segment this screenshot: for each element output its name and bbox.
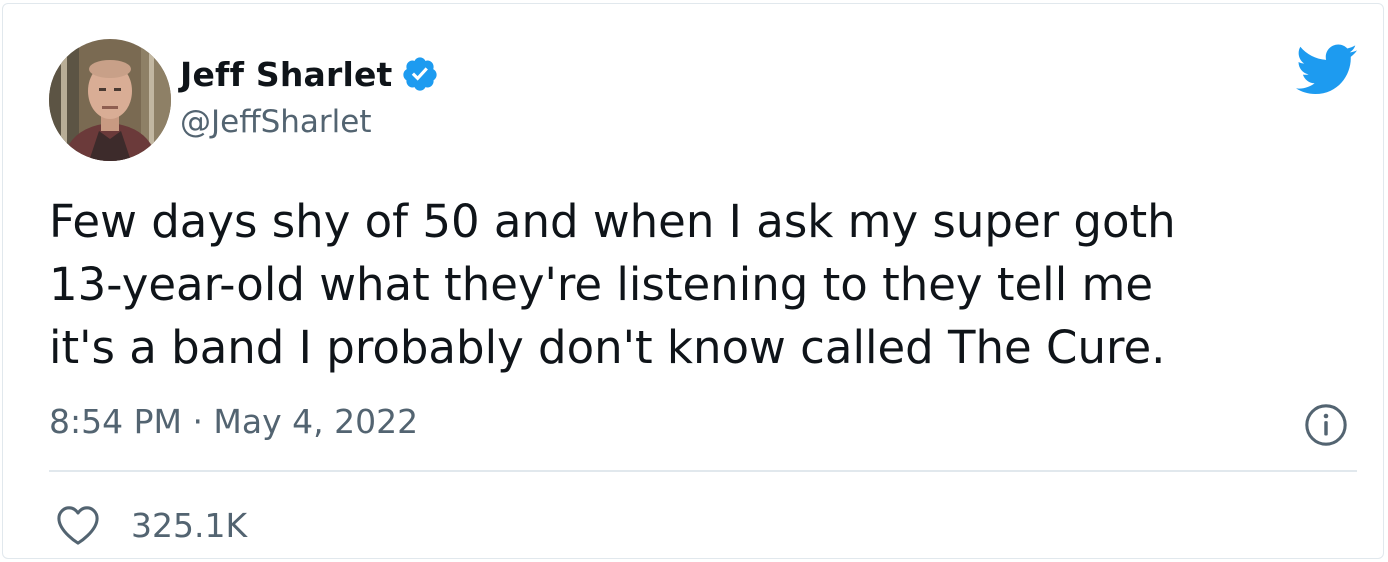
info-icon[interactable] xyxy=(1303,402,1349,448)
heart-icon[interactable] xyxy=(55,504,101,546)
author-handle[interactable]: @JeffSharlet xyxy=(180,104,371,140)
verified-badge-icon xyxy=(402,57,437,91)
author-name[interactable]: Jeff Sharlet xyxy=(180,55,393,94)
avatar[interactable] xyxy=(49,39,171,161)
author-row[interactable]: Jeff Sharlet xyxy=(180,51,439,97)
twitter-bird-icon[interactable] xyxy=(1296,44,1358,96)
like-count: 325.1K xyxy=(131,505,248,545)
like-row[interactable]: 325.1K xyxy=(55,498,247,552)
tweet-timestamp[interactable]: 8:54 PM · May 4, 2022 xyxy=(49,402,418,441)
tweet-text: Few days shy of 50 and when I ask my sup… xyxy=(49,195,1176,374)
divider xyxy=(49,470,1357,472)
